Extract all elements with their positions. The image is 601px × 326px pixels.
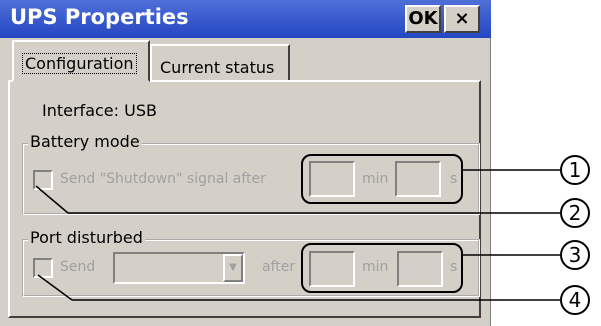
callout-2: 2 — [560, 198, 590, 228]
callout-3: 3 — [560, 240, 590, 270]
leader-line-2a — [35, 185, 69, 214]
tab-configuration[interactable]: Configuration — [12, 40, 150, 82]
callout-1: 1 — [560, 155, 590, 185]
tab-configuration-label: Configuration — [22, 53, 137, 74]
leader-line-4a — [37, 274, 73, 301]
callout-4: 4 — [560, 285, 590, 315]
